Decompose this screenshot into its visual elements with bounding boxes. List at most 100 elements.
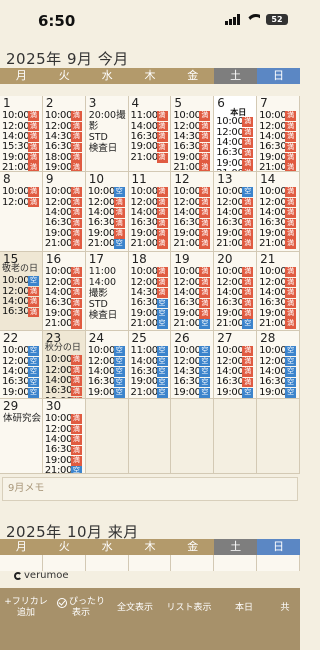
day-cell-26[interactable]: 2610:00空12:00空14:30空16:30空19:00空21:00空 bbox=[171, 331, 215, 399]
day-cell[interactable] bbox=[214, 555, 258, 571]
time-slot[interactable]: 19:00 空 bbox=[131, 377, 171, 388]
day-cell-21[interactable]: 21 10:00 満 12:00 満 14:00 満 16:30 満 19:00 満 21:00 満 bbox=[257, 252, 300, 331]
time-slot[interactable]: 16:30 満 bbox=[45, 445, 85, 456]
time-slot[interactable]: 16:30 満 bbox=[259, 142, 299, 153]
day-cell-24[interactable]: 2410:00空12:00空14:00空16:30空19:00空21:00空 bbox=[85, 331, 129, 399]
time-slot[interactable]: 16:30 満 bbox=[173, 218, 213, 229]
day-cell-17[interactable]: 17 11:00 14:00 撮影 STD 検査日 bbox=[85, 252, 129, 331]
time-slot[interactable]: 21:00空 bbox=[88, 239, 128, 249]
day-cell-4[interactable]: 4 11:00 満 14:00 満 16:30 満 19:00 満 21:00 満 bbox=[128, 96, 172, 172]
time-slot[interactable]: 11:00 満 bbox=[131, 111, 171, 121]
time-slot[interactable]: 16:30 空 bbox=[88, 377, 128, 388]
day-cell-10[interactable]: 10 10:00 空 12:00 満 14:00 満 16:30 満 19:00 満 21:00 空 bbox=[85, 172, 129, 252]
day-cell-28[interactable]: 2810:00空12:00空14:00空16:30空19:00空21:00空 bbox=[257, 331, 300, 399]
time-slot[interactable]: 16:30 満 bbox=[45, 298, 85, 309]
time-slot[interactable]: 10:00 空 bbox=[88, 187, 128, 197]
day-cell-2[interactable]: 210:00満12:00満14:30満16:30満18:00満19:00満21:… bbox=[42, 96, 86, 172]
time-slot[interactable]: 10:00 満 bbox=[2, 187, 42, 197]
time-slot[interactable]: 21:00満 bbox=[259, 163, 299, 171]
time-slot[interactable]: 11:00 空 bbox=[131, 346, 171, 356]
time-slot[interactable]: 10:00 満 bbox=[131, 187, 171, 197]
day-cell-16[interactable]: 16 10:00 満 12:00 満 14:00 満 16:30 満 19:00 満 21:00 満 bbox=[42, 252, 86, 331]
day-cell-30[interactable]: 30 10:00 満 12:00 満 14:00 満 16:30 満 19:00 満 21:00 空 bbox=[42, 399, 86, 474]
day-cell-11[interactable]: 11 10:00 満 12:00 満 14:00 満 16:30 満 19:00 満 21:00 満 bbox=[128, 172, 172, 252]
time-slot[interactable]: 21:00空 bbox=[131, 387, 171, 398]
day-cell-1[interactable]: 1 10:00 満 12:00 満 14:00 満 15:30 満 19:00 満 21:00 満 bbox=[0, 96, 43, 172]
day-cell-9[interactable]: 9 10:00 満 12:00 満 14:00 満 16:30 満 19:00 満 21:00 満 bbox=[42, 172, 86, 252]
time-slot[interactable]: 10:00 満 bbox=[173, 111, 213, 121]
time-slot[interactable]: 21:00空 bbox=[131, 319, 171, 329]
time-slot[interactable]: 10:00 満 bbox=[2, 111, 42, 121]
full-text-button[interactable]: 全文表示 bbox=[110, 588, 160, 628]
day-cell-5[interactable]: 5 10:00 満 12:00 満 14:30 満 16:30 満 19:00 満 21:00 満 bbox=[171, 96, 215, 172]
time-slot[interactable]: 10:00 満 bbox=[45, 355, 85, 365]
time-slot[interactable]: 10:00 満 bbox=[45, 187, 85, 197]
day-cell-6[interactable]: 6本日10:00満12:00満14:00満16:30満19:00満21:00満 bbox=[214, 96, 258, 172]
time-slot[interactable]: 10:00 満 bbox=[259, 267, 299, 277]
day-cell-12[interactable]: 12 10:00 満 12:00 満 14:00 満 16:30 満 19:00 満 21:00 満 bbox=[171, 172, 215, 252]
time-slot[interactable]: 10:00 空 bbox=[216, 187, 256, 197]
day-cell-22[interactable]: 2210:00空12:00空14:00空16:30空19:00空21:00空 bbox=[0, 331, 43, 399]
time-slot[interactable]: 10:00 満 bbox=[259, 111, 299, 121]
day-cell-14[interactable]: 14 10:00 満 12:00 満 14:00 満 16:30 満 19:00 満 21:00 満 bbox=[257, 172, 300, 252]
time-slot[interactable]: 10:00 満 bbox=[45, 267, 85, 277]
time-slot[interactable]: 21:00満 bbox=[259, 319, 299, 329]
share-button[interactable]: 共 bbox=[270, 588, 300, 628]
day-cell-27[interactable]: 2710:00満12:00満14:00満16:30満19:00空21:00空 bbox=[214, 331, 258, 399]
add-calendar-button[interactable]: +フリカレ 追加 bbox=[0, 588, 52, 628]
time-slot[interactable]: 10:00 空 bbox=[259, 346, 299, 356]
time-slot[interactable]: 10:00 満 bbox=[45, 111, 85, 121]
day-cell-19[interactable]: 19 10:00 満 12:00 満 14:00 満 16:30 満 19:00 満 21:00 空 bbox=[171, 252, 215, 331]
time-slot[interactable]: 16:30 満 bbox=[131, 218, 171, 229]
time-slot[interactable]: 10:00 空 bbox=[173, 346, 213, 356]
time-slot[interactable]: 21:00満 bbox=[131, 239, 171, 249]
today-button[interactable]: 本日 bbox=[218, 588, 270, 628]
time-slot[interactable]: 16:30 満 bbox=[216, 298, 256, 309]
time-slot[interactable]: 16:30 満 bbox=[259, 218, 299, 229]
time-slot[interactable]: 16:30 空 bbox=[259, 377, 299, 388]
time-slot[interactable]: 10:00 満 bbox=[216, 117, 256, 127]
day-cell-20[interactable]: 20 10:00 満 12:00 満 14:00 満 16:30 満 19:00 満 21:00 空 bbox=[214, 252, 258, 331]
day-cell-25[interactable]: 25 11:00 空 14:00 空 16:30 空 19:00 空 21:00 空 bbox=[128, 331, 172, 399]
time-slot[interactable]: 21:00満 bbox=[2, 163, 42, 171]
time-slot[interactable]: 10:00 空 bbox=[2, 346, 42, 356]
day-cell-29[interactable]: 29 体研究会 bbox=[0, 399, 43, 474]
time-slot[interactable]: 16:30 満 bbox=[2, 307, 42, 318]
day-cell[interactable] bbox=[128, 555, 172, 571]
time-slot[interactable]: 21:00空 bbox=[173, 319, 213, 329]
list-view-button[interactable]: リスト表示 bbox=[160, 588, 218, 628]
time-slot[interactable]: 21:00空 bbox=[45, 466, 85, 473]
day-cell[interactable] bbox=[257, 555, 300, 571]
time-slot[interactable]: 19:00満 bbox=[45, 163, 85, 171]
time-slot[interactable]: 16:30 満 bbox=[216, 377, 256, 388]
time-slot[interactable]: 16:30 空 bbox=[131, 298, 171, 309]
day-cell-8[interactable]: 8 10:00 満 12:00 満 bbox=[0, 172, 43, 252]
time-slot[interactable]: 10:00 満 bbox=[216, 346, 256, 356]
day-cell[interactable] bbox=[42, 555, 86, 571]
time-slot[interactable]: 16:30 満 bbox=[45, 218, 85, 229]
time-slot[interactable]: 15:30 満 bbox=[2, 142, 42, 153]
day-cell[interactable] bbox=[171, 555, 215, 571]
month-memo-field[interactable]: 9月メモ bbox=[2, 477, 298, 501]
time-slot[interactable]: 10:00 空 bbox=[2, 276, 42, 286]
time-slot[interactable]: 21:00満 bbox=[45, 239, 85, 249]
time-slot[interactable]: 16:30 満 bbox=[173, 142, 213, 153]
time-slot[interactable]: 10:00 満 bbox=[45, 414, 85, 424]
time-slot[interactable]: 10:00 満 bbox=[173, 267, 213, 277]
time-slot[interactable]: 16:30 満 bbox=[45, 142, 85, 153]
time-slot[interactable]: 16:30 満 bbox=[45, 386, 85, 397]
time-slot[interactable]: 21:00空 bbox=[216, 319, 256, 329]
time-slot[interactable]: 10:00 満 bbox=[173, 187, 213, 197]
time-slot[interactable]: 21:00満 bbox=[131, 152, 171, 163]
time-slot[interactable]: 16:30 満 bbox=[259, 298, 299, 309]
time-slot[interactable]: 10:00 満 bbox=[216, 267, 256, 277]
time-slot[interactable]: 10:00 空 bbox=[88, 346, 128, 356]
day-cell-23[interactable]: 23秋分の日10:00満12:00満14:00満16:30満19:00満21:0… bbox=[42, 331, 86, 399]
time-slot[interactable]: 19:00満 bbox=[131, 142, 171, 153]
time-slot[interactable]: 21:00満 bbox=[173, 239, 213, 249]
day-cell-13[interactable]: 13 10:00 空 12:00 満 14:00 満 16:30 満 19:00 満 21:00 満 bbox=[214, 172, 258, 252]
time-slot[interactable]: 12:00 満 bbox=[2, 197, 42, 208]
day-cell[interactable] bbox=[85, 555, 129, 571]
time-slot[interactable]: 21:00満 bbox=[216, 239, 256, 249]
time-slot[interactable]: 21:00満 bbox=[173, 163, 213, 171]
